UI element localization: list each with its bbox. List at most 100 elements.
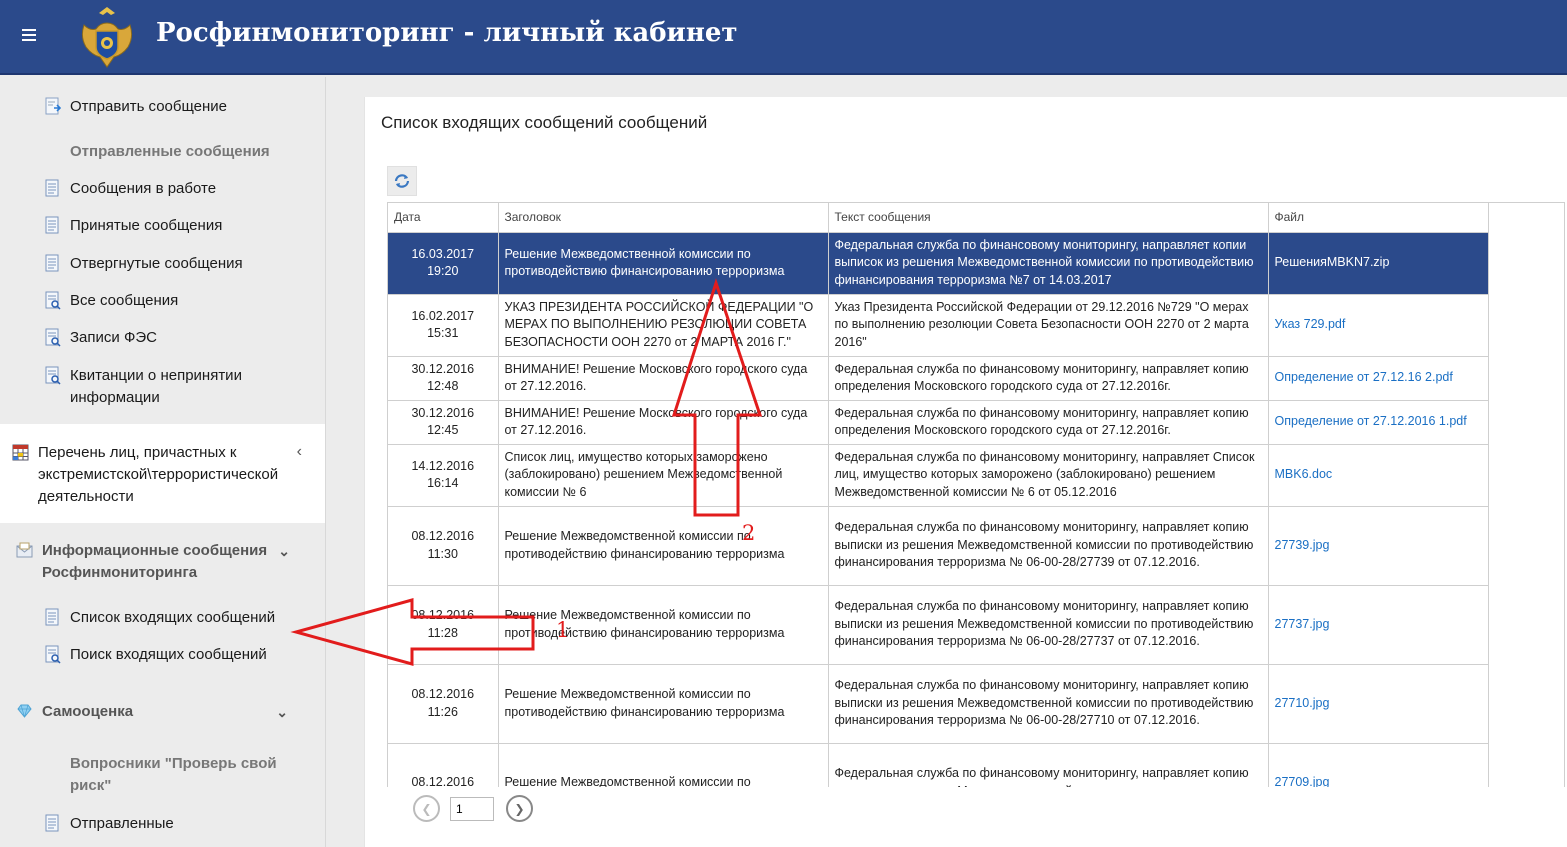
table-row[interactable]: 16.03.2017 19:20 Решение Межведомственной… bbox=[388, 232, 1489, 295]
document-icon bbox=[45, 608, 59, 626]
sidebar-item-label: Поиск входящих сообщений bbox=[70, 646, 267, 663]
title-cell: Список лиц, имущество которых заморожено… bbox=[498, 444, 829, 507]
sidebar-item-label: Принятые сообщения bbox=[70, 217, 223, 234]
sidebar-item-fes-records[interactable]: Записи ФЭС bbox=[0, 327, 325, 349]
sidebar-group-self-assessment[interactable]: Самооценка ⌄ bbox=[0, 701, 310, 723]
sidebar-item-label: Отвергнутые сообщения bbox=[70, 255, 243, 272]
diamond-icon bbox=[17, 704, 32, 718]
table-row[interactable]: 08.12.2016 11:30 Решение Межведомственной… bbox=[388, 506, 1489, 586]
sidebar-item-all-messages[interactable]: Все сообщения bbox=[0, 290, 325, 312]
main-panel: Список входящих сообщений сообщений Дата… bbox=[364, 97, 1567, 847]
column-header-text[interactable]: Текст сообщения bbox=[828, 203, 1269, 233]
sidebar-item-label: Отправленные bbox=[70, 815, 174, 832]
file-cell: Указ 729.pdf bbox=[1268, 294, 1489, 357]
table-row[interactable]: 16.02.2017 15:31 УКАЗ ПРЕЗИДЕНТА РОССИЙСК… bbox=[388, 294, 1489, 357]
sidebar-item-sent[interactable]: Отправленные bbox=[0, 813, 325, 835]
sidebar-item-incoming-list[interactable]: Список входящих сообщений bbox=[0, 607, 325, 629]
date-cell: 08.12.2016 11:26 bbox=[388, 664, 499, 744]
title-cell: Решение Межведомственной комиссии по про… bbox=[498, 664, 829, 744]
file-link[interactable]: 27737.jpg bbox=[1275, 617, 1330, 631]
date-cell: 16.02.2017 15:31 bbox=[388, 294, 499, 357]
file-link[interactable]: 27739.jpg bbox=[1275, 538, 1330, 552]
file-link[interactable]: Указ 729.pdf bbox=[1275, 317, 1346, 331]
chevron-left-icon: ❮ bbox=[421, 801, 432, 816]
sidebar-item-rejected[interactable]: Отвергнутые сообщения bbox=[0, 253, 325, 275]
sidebar-item-accepted[interactable]: Принятые сообщения bbox=[0, 215, 325, 237]
column-header-file[interactable]: Файл bbox=[1268, 203, 1489, 233]
sidebar-item-label: Все сообщения bbox=[70, 292, 179, 309]
sidebar-item-clipped bbox=[0, 77, 325, 81]
annotation-label-2: 2 bbox=[742, 521, 756, 545]
sidebar-item-incoming-search[interactable]: Поиск входящих сообщений bbox=[0, 644, 325, 666]
date-cell: 08.12.2016 11:28 bbox=[388, 585, 499, 665]
sidebar-item-send-message[interactable]: Отправить сообщение bbox=[0, 96, 325, 118]
file-link[interactable]: MBK6.doc bbox=[1275, 467, 1333, 481]
file-link[interactable]: РешенияMBKN7.zip bbox=[1275, 255, 1390, 269]
table-row[interactable]: 08.12.2016 11:26 Решение Межведомственной… bbox=[388, 664, 1489, 744]
sidebar: Отправить сообщение Отправленные сообщен… bbox=[0, 77, 326, 847]
page-title: Список входящих сообщений сообщений bbox=[381, 113, 708, 132]
table-grid-icon bbox=[12, 444, 29, 461]
document-search-icon bbox=[45, 291, 61, 310]
refresh-button[interactable] bbox=[387, 166, 417, 196]
sidebar-item-rejection-receipts[interactable]: Квитанции о непринятии информации bbox=[0, 365, 290, 409]
sidebar-item-label: Перечень лиц, причастных к экстремистско… bbox=[38, 444, 279, 505]
text-cell: Федеральная служба по финансовому монито… bbox=[828, 506, 1269, 586]
table-row[interactable]: 08.12.2016 11:28 Решение Межведомственной… bbox=[388, 585, 1489, 665]
text-cell: Указ Президента Российской Федерации от … bbox=[828, 294, 1269, 357]
file-cell: 27739.jpg bbox=[1268, 506, 1489, 586]
date-cell: 16.03.2017 19:20 bbox=[388, 232, 499, 295]
date-cell: 30.12.2016 12:45 bbox=[388, 400, 499, 445]
text-cell: Федеральная служба по финансовому монито… bbox=[828, 444, 1269, 507]
table-row[interactable]: 14.12.2016 16:14 Список лиц, имущество ко… bbox=[388, 444, 1489, 507]
sidebar-section-questionnaires: Вопросники "Проверь свой риск" bbox=[70, 755, 277, 794]
app-title: Росфинмониторинг - личный кабинет bbox=[156, 18, 738, 48]
chevron-left-icon: ‹ bbox=[296, 443, 302, 460]
text-cell: Федеральная служба по финансовому монито… bbox=[828, 664, 1269, 744]
table-row[interactable]: 30.12.2016 12:45 ВНИМАНИЕ! Решение Москов… bbox=[388, 400, 1489, 445]
prev-page-button[interactable]: ❮ bbox=[413, 795, 440, 822]
sidebar-item-label: Информационные сообщения Росфинмониторин… bbox=[42, 542, 268, 581]
sidebar-item-label: Записи ФЭС bbox=[70, 329, 157, 346]
title-cell: Решение Межведомственной комиссии по про… bbox=[498, 232, 829, 295]
menu-icon[interactable] bbox=[22, 26, 42, 48]
title-cell: УКАЗ ПРЕЗИДЕНТА РОССИЙСКОЙ ФЕДЕРАЦИИ "О … bbox=[498, 294, 829, 357]
title-cell: Решение Межведомственной комиссии по про… bbox=[498, 585, 829, 665]
file-link[interactable]: 27710.jpg bbox=[1275, 696, 1330, 710]
sidebar-section-sent: Отправленные сообщения bbox=[70, 143, 270, 160]
chevron-down-icon: ⌄ bbox=[278, 543, 290, 559]
sidebar-item-label: Список входящих сообщений bbox=[70, 609, 276, 626]
sidebar-item-terrorist-list[interactable]: Перечень лиц, причастных к экстремистско… bbox=[0, 424, 325, 523]
text-cell: Федеральная служба по финансовому монито… bbox=[828, 356, 1269, 401]
text-cell: Федеральная служба по финансовому монито… bbox=[828, 585, 1269, 665]
document-icon bbox=[45, 216, 59, 234]
file-link[interactable]: Определение от 27.12.2016 1.pdf bbox=[1275, 414, 1467, 428]
date-cell: 14.12.2016 16:14 bbox=[388, 444, 499, 507]
text-cell: Федеральная служба по финансовому монито… bbox=[828, 232, 1269, 295]
sidebar-group-info-messages[interactable]: Информационные сообщения Росфинмониторин… bbox=[0, 540, 290, 584]
title-cell: Решение Межведомственной комиссии по про… bbox=[498, 506, 829, 586]
file-cell: 27710.jpg bbox=[1268, 664, 1489, 744]
sidebar-item-in-work[interactable]: Сообщения в работе bbox=[0, 178, 325, 200]
text-cell: Федеральная служба по финансовому монито… bbox=[828, 400, 1269, 445]
file-cell: Определение от 27.12.16 2.pdf bbox=[1268, 356, 1489, 401]
sidebar-item-label: Сообщения в работе bbox=[70, 180, 217, 197]
sidebar-item-label: Отправить сообщение bbox=[70, 98, 228, 115]
title-cell: ВНИМАНИЕ! Решение Московского городского… bbox=[498, 356, 829, 401]
table-row[interactable]: 30.12.2016 12:48 ВНИМАНИЕ! Решение Москов… bbox=[388, 356, 1489, 401]
title-cell: ВНИМАНИЕ! Решение Московского городского… bbox=[498, 400, 829, 445]
column-header-date[interactable]: Дата bbox=[388, 203, 499, 233]
messages-table: Дата Заголовок Текст сообщения Файл 16.0… bbox=[388, 203, 1489, 823]
document-search-icon bbox=[45, 328, 61, 347]
page-number-input[interactable] bbox=[450, 796, 494, 821]
document-icon bbox=[45, 814, 59, 832]
table-header-row: Дата Заголовок Текст сообщения Файл bbox=[388, 203, 1489, 233]
next-page-button[interactable]: ❯ bbox=[506, 795, 533, 822]
sidebar-item-label: Самооценка bbox=[42, 703, 134, 720]
file-link[interactable]: Определение от 27.12.16 2.pdf bbox=[1275, 370, 1453, 384]
column-header-title[interactable]: Заголовок bbox=[498, 203, 829, 233]
emblem-logo bbox=[81, 7, 133, 68]
date-cell: 08.12.2016 11:30 bbox=[388, 506, 499, 586]
send-document-icon bbox=[45, 97, 61, 115]
sidebar-item-label: Квитанции о непринятии информации bbox=[70, 367, 242, 406]
